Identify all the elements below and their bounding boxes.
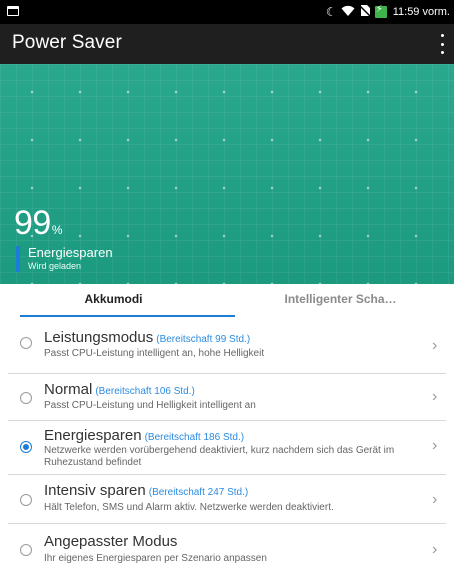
app-bar: Power Saver [0,24,454,64]
current-mode-label: Energiesparen [28,245,113,260]
chevron-right-icon: › [432,491,438,508]
battery-percent: 99 % [14,204,63,243]
mode-standby: (Bereitschaft 99 Std.) [156,334,251,345]
battery-percent-unit: % [51,223,63,237]
mode-title: Leistungsmodus [44,329,154,346]
chevron-right-icon: › [432,437,438,454]
no-sim-icon [359,4,371,20]
mode-standby: (Bereitschaft 106 Std.) [95,386,195,397]
battery-charging-icon [374,4,387,18]
mode-title: Intensiv sparen [44,482,146,499]
radio-button-selected[interactable] [20,441,32,453]
tab-intelligenter-schalter[interactable]: Intelligenter Scha… [227,284,454,318]
radio-button[interactable] [20,337,32,349]
battery-percent-value: 99 [14,204,51,242]
status-icons: ☾ 11:59 vorm. [326,4,450,20]
mode-description: Hält Telefon, SMS und Alarm aktiv. Netzw… [44,502,334,513]
mode-item-angepasster-modus[interactable]: Angepasster Modus Ihr eigenes Energiespa… [8,524,446,574]
overflow-menu-icon[interactable] [438,34,446,54]
mode-item-intensiv-sparen[interactable]: Intensiv sparen (Bereitschaft 247 Std.) H… [8,475,446,523]
wifi-icon [341,5,355,20]
chevron-right-icon: › [432,388,438,405]
mode-description: Ihr eigenes Energiesparen per Szenario a… [44,553,267,564]
mode-description: Passt CPU-Leistung intelligent an, hohe … [44,348,265,359]
mode-standby: (Bereitschaft 247 Std.) [148,487,249,498]
mode-description: Netzwerke werden vorübergehend deaktivie… [44,445,395,468]
mode-item-energiesparen[interactable]: Energiesparen (Bereitschaft 186 Std.) Net… [8,421,446,473]
notification-icon [7,6,19,16]
tab-selected-indicator [20,315,235,317]
mode-title: Angepasster Modus [44,533,178,550]
mode-title: Energiesparen [44,427,142,444]
tab-akkumodi[interactable]: Akkumodi [0,284,227,318]
status-bar: ☾ 11:59 vorm. [0,0,454,24]
chevron-right-icon: › [432,541,438,558]
status-time: 11:59 vorm. [392,6,450,18]
app-title: Power Saver [12,32,122,53]
mode-title: Normal [44,381,93,398]
radio-button[interactable] [20,494,32,506]
tab-bar: Akkumodi Intelligenter Scha… [0,284,454,318]
current-mode-indicator [16,246,20,272]
mode-item-normal[interactable]: Normal (Bereitschaft 106 Std.) Passt CPU-… [8,374,446,420]
moon-icon: ☾ [325,5,337,19]
chevron-right-icon: › [432,337,438,354]
mode-item-leistungsmodus[interactable]: Leistungsmodus (Bereitschaft 99 Std.) Pas… [8,320,446,372]
mode-standby: (Bereitschaft 186 Std.) [144,432,245,443]
charging-status: Wird geladen [28,261,82,271]
radio-button[interactable] [20,544,32,556]
mode-description: Passt CPU-Leistung und Helligkeit intell… [44,400,256,411]
battery-hero-panel: 99 % Energiesparen Wird geladen [0,64,454,284]
radio-button[interactable] [20,392,32,404]
